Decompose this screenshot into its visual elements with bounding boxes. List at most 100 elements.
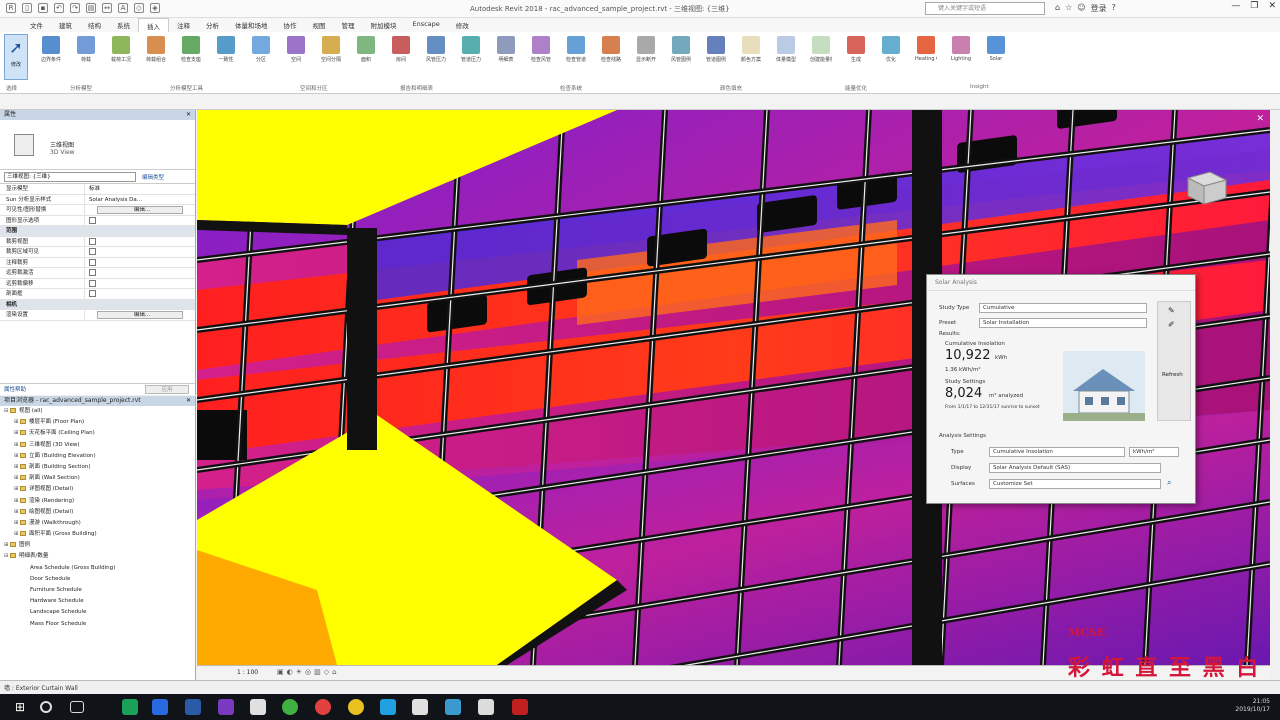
ribbon-tab[interactable]: 协作 — [276, 18, 305, 32]
edit-type-button[interactable]: 编辑类型 — [142, 173, 164, 181]
section-icon[interactable]: ◈ — [150, 3, 160, 13]
ribbon-button[interactable]: 优化 — [880, 36, 902, 72]
browser-tree-item[interactable]: ⊞ 剖面 (Building Section) — [0, 462, 195, 473]
browser-tree-item[interactable]: Mass Floor Schedule — [0, 619, 195, 630]
task-view-icon[interactable] — [70, 701, 84, 713]
instance-selector[interactable]: 三维视图: {三维} — [4, 171, 136, 182]
browser-tree-item[interactable]: ⊞ 立面 (Building Elevation) — [0, 451, 195, 462]
help-icon[interactable]: ? — [1112, 3, 1116, 14]
ribbon-button[interactable]: 显示断开 — [635, 36, 657, 72]
ribbon-tab[interactable]: 视图 — [305, 18, 334, 32]
ribbon-button[interactable]: 荷载 — [75, 36, 97, 72]
app-icon-3[interactable] — [185, 699, 201, 715]
property-checkbox[interactable] — [89, 290, 96, 297]
browser-tree-item[interactable]: ⊟ 视图 (all) — [0, 406, 195, 417]
maximize-button[interactable]: ❐ — [1250, 1, 1258, 11]
open-icon[interactable]: ▯ — [22, 3, 32, 13]
property-group-header[interactable]: 相机 — [0, 299, 195, 310]
browser-tree-item[interactable]: ⊞ 绘图视图 (Detail) — [0, 507, 195, 518]
property-checkbox[interactable] — [89, 237, 96, 245]
browser-tree-item[interactable]: ⊞ 渲染 (Rendering) — [0, 496, 195, 507]
property-edit-button[interactable]: 编辑... — [97, 206, 183, 214]
browser-tree-item[interactable]: Door Schedule — [0, 574, 195, 585]
browser-tree-item[interactable]: ⊟ 明细表/数量 — [0, 551, 195, 562]
app-icon-4[interactable] — [282, 699, 298, 715]
ribbon-button[interactable]: 创建能量模型 — [810, 36, 832, 72]
browser-tree-item[interactable]: Area Schedule (Gross Building) — [0, 563, 195, 574]
redo-icon[interactable]: ↷ — [70, 3, 80, 13]
ribbon-button[interactable]: 管道压力 — [460, 36, 482, 72]
browser-tree-item[interactable]: ⊞ 楼层平面 (Floor Plan) — [0, 417, 195, 428]
search-icon[interactable]: ⌕ — [1167, 478, 1171, 488]
property-value[interactable]: 标准 — [85, 184, 195, 194]
ribbon-button[interactable]: 检查支座 — [180, 36, 202, 72]
browser-tree-item[interactable]: ⊞ 漫游 (Walkthrough) — [0, 518, 195, 529]
ribbon-button[interactable]: 面积 — [355, 36, 377, 72]
ribbon-button[interactable]: 管道图例 — [705, 36, 727, 72]
pencil-icon[interactable]: ✎ — [1168, 306, 1175, 315]
refresh-button[interactable]: Refresh — [1162, 372, 1183, 378]
close-icon[interactable]: ✕ — [1256, 114, 1264, 124]
apply-button[interactable]: 应用 — [145, 385, 189, 394]
type-selector[interactable]: 三维视图 3D View — [0, 120, 195, 170]
ribbon-button[interactable]: 体量模型 — [775, 36, 797, 72]
type-select[interactable]: Cumulative Insolation — [989, 447, 1125, 457]
star-icon[interactable]: ☆ — [1065, 3, 1072, 14]
browser-tree-item[interactable]: Furniture Schedule — [0, 585, 195, 596]
view-control-icons[interactable]: ▣◐☀◎▥◇⌂ — [277, 668, 340, 676]
browser-tree-item[interactable]: ⊞ 三维视图 (3D View) — [0, 440, 195, 451]
ribbon-tab[interactable]: 建筑 — [51, 18, 80, 32]
windows-start-icon[interactable]: ⊞ — [12, 699, 28, 715]
ribbon-button[interactable]: Solar — [985, 36, 1007, 72]
close-icon[interactable]: ✕ — [186, 396, 191, 406]
ribbon-button[interactable]: 风管图例 — [670, 36, 692, 72]
app-icon-6[interactable] — [380, 699, 396, 715]
modify-button[interactable]: ➚ 修改 — [4, 34, 28, 80]
pin-icon[interactable]: ✐ — [1168, 320, 1175, 329]
ribbon-tab[interactable]: 附加模块 — [363, 18, 405, 32]
undo-icon[interactable]: ↶ — [54, 3, 64, 13]
mail-icon[interactable] — [250, 699, 266, 715]
login-link[interactable]: 登录 — [1091, 3, 1107, 14]
property-group-header[interactable]: 范围 — [0, 226, 195, 237]
property-edit-button[interactable]: 编辑... — [97, 311, 183, 319]
browser-tree-item[interactable]: ⊞ 面积平面 (Gross Building) — [0, 529, 195, 540]
ribbon-button[interactable]: 边界条件 — [40, 36, 62, 72]
ribbon-tab[interactable]: 系统 — [109, 18, 138, 32]
ribbon-button[interactable]: Lighting — [950, 36, 972, 72]
visual-studio-icon[interactable] — [218, 699, 234, 715]
ribbon-button[interactable]: 检查风管 — [530, 36, 552, 72]
revit-icon[interactable] — [512, 699, 528, 715]
chrome-icon[interactable] — [348, 699, 364, 715]
browser-tree-item[interactable]: ⊞ 图例 — [0, 540, 195, 551]
study-type-select[interactable]: Cumulative — [979, 303, 1147, 313]
search-icon[interactable] — [40, 701, 52, 713]
ribbon-tab[interactable]: 插入 — [138, 18, 169, 32]
save-icon[interactable]: ▪ — [38, 3, 48, 13]
ribbon-button[interactable]: 载荷工况 — [110, 36, 132, 72]
minimize-button[interactable]: — — [1231, 1, 1240, 11]
property-checkbox[interactable] — [89, 269, 96, 276]
browser-tree-item[interactable]: Landscape Schedule — [0, 607, 195, 618]
property-value[interactable]: Solar Analysis Da... — [85, 195, 195, 205]
user-icon[interactable]: ☺ — [1077, 3, 1085, 14]
print-icon[interactable]: ▤ — [86, 3, 96, 13]
ribbon-tab[interactable]: 结构 — [80, 18, 109, 32]
ribbon-button[interactable]: 分区 — [250, 36, 272, 72]
ribbon-tab[interactable]: 分析 — [198, 18, 227, 32]
unit-select[interactable]: kWh/m² — [1129, 447, 1179, 457]
cart-icon[interactable]: ⌂ — [1055, 3, 1060, 14]
display-select[interactable]: Solar Analysis Default (SAS) — [989, 463, 1161, 473]
ribbon-tab[interactable]: 管理 — [334, 18, 363, 32]
property-checkbox[interactable] — [89, 216, 96, 224]
app-menu-icon[interactable]: R — [6, 3, 16, 13]
3d-view-icon[interactable]: ◇ — [134, 3, 144, 13]
app-icon-7[interactable] — [412, 699, 428, 715]
measure-icon[interactable]: ↔ — [102, 3, 112, 13]
search-input[interactable]: 键入关键字或短语 — [925, 2, 1045, 15]
ribbon-button[interactable]: 检查线路 — [600, 36, 622, 72]
ribbon-tab[interactable]: 注释 — [169, 18, 198, 32]
ribbon-button[interactable]: 一致性 — [215, 36, 237, 72]
ribbon-button[interactable]: 风管压力 — [425, 36, 447, 72]
ribbon-button[interactable]: 空间分隔 — [320, 36, 342, 72]
